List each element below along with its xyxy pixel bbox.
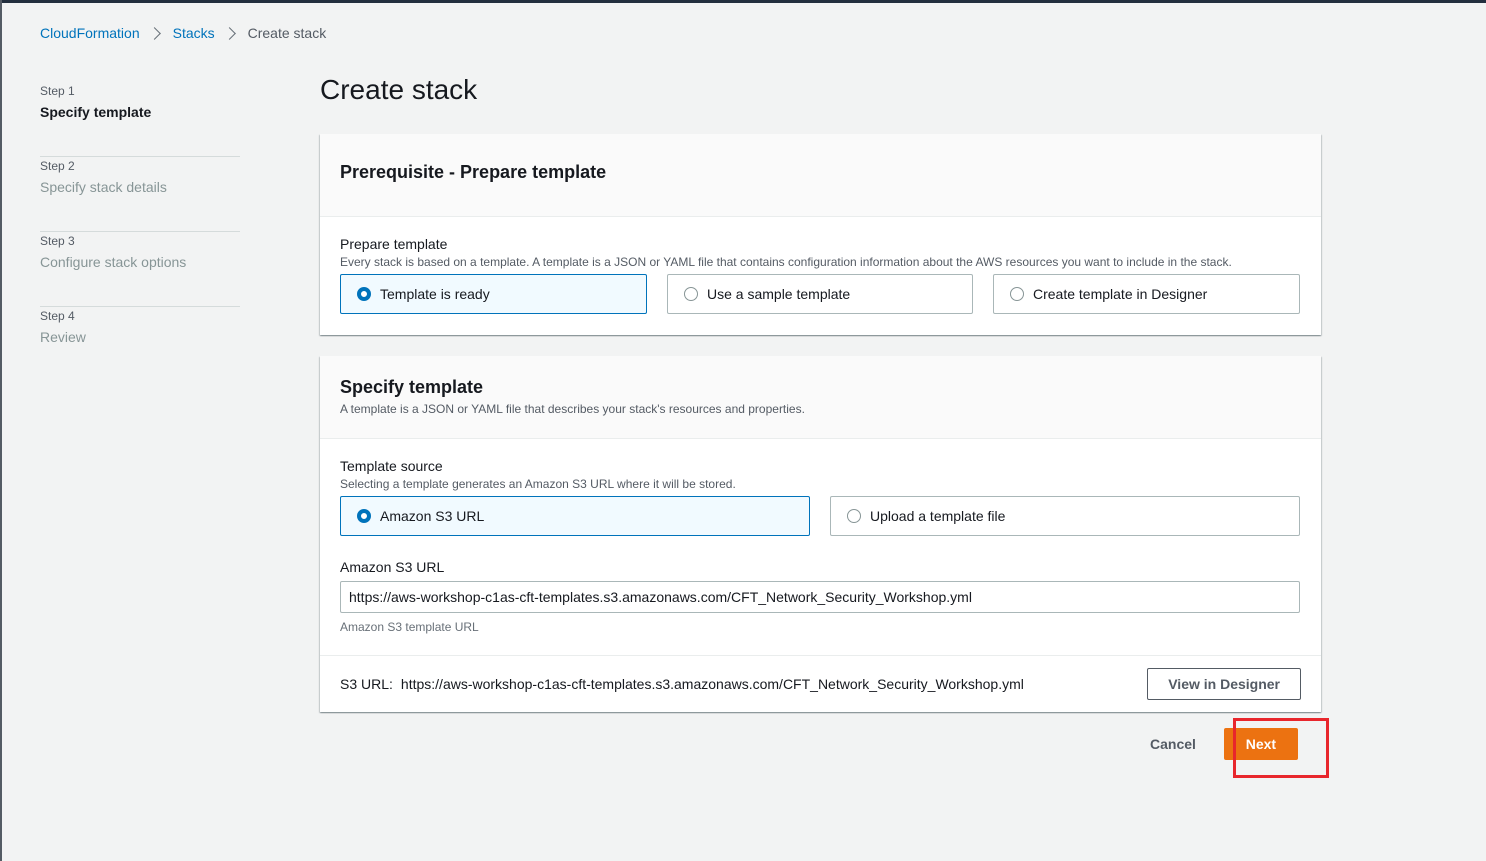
wizard-steps: Step 1 Specify template Step 2 Specify s… (40, 82, 240, 382)
panel-heading: Prerequisite - Prepare template (340, 162, 607, 182)
view-in-designer-button[interactable]: View in Designer (1147, 667, 1301, 700)
wizard-actions: Cancel Next (1150, 728, 1298, 760)
option-label: Upload a template file (870, 508, 1006, 524)
prepare-template-desc: Every stack is based on a template. A te… (340, 255, 1232, 269)
step-number: Step 2 (40, 159, 75, 173)
wizard-step-4: Step 4 Review (40, 307, 240, 382)
option-label: Create template in Designer (1033, 286, 1208, 302)
panel-heading: Specify template (340, 377, 484, 397)
step-title: Review (40, 329, 86, 345)
option-label: Use a sample template (707, 286, 851, 302)
step-number: Step 3 (40, 234, 75, 248)
step-number: Step 4 (40, 309, 75, 323)
chevron-right-icon (222, 26, 236, 40)
cancel-button[interactable]: Cancel (1150, 736, 1196, 752)
specify-template-panel: Specify template A template is a JSON or… (320, 356, 1321, 712)
option-create-in-designer[interactable]: Create template in Designer (993, 274, 1300, 314)
panel-header: Specify template A template is a JSON or… (320, 356, 1321, 439)
s3-url-display-label: S3 URL: (340, 675, 393, 692)
template-source-options: Amazon S3 URL Upload a template file (340, 496, 1301, 536)
s3-url-input[interactable]: https://aws-workshop-c1as-cft-templates.… (340, 581, 1300, 613)
s3-url-label: Amazon S3 URL (340, 559, 445, 575)
panel-body: Prepare template Every stack is based on… (320, 217, 1321, 314)
option-template-ready[interactable]: Template is ready (340, 274, 647, 314)
template-source-desc: Selecting a template generates an Amazon… (340, 477, 736, 491)
s3-url-hint: Amazon S3 template URL (340, 620, 479, 634)
prerequisite-panel: Prerequisite - Prepare template Prepare … (320, 134, 1321, 335)
chevron-right-icon (147, 26, 161, 40)
panel-header: Prerequisite - Prepare template (320, 134, 1321, 217)
s3-url-display-value: https://aws-workshop-c1as-cft-templates.… (400, 675, 1024, 692)
radio-selected-icon (357, 509, 371, 523)
step-title: Specify template (40, 104, 152, 120)
next-button[interactable]: Next (1223, 728, 1298, 760)
wizard-step-1: Step 1 Specify template (40, 82, 240, 157)
panel-desc: A template is a JSON or YAML file that d… (340, 402, 805, 416)
left-border (0, 0, 2, 861)
step-number: Step 1 (40, 84, 75, 98)
prepare-template-options: Template is ready Use a sample template … (340, 274, 1301, 314)
option-amazon-s3-url[interactable]: Amazon S3 URL (340, 496, 810, 536)
option-label: Template is ready (380, 286, 490, 302)
radio-icon (684, 287, 698, 301)
s3-url-summary: S3 URL: https://aws-workshop-c1as-cft-tem… (320, 655, 1321, 711)
breadcrumb-cloudformation[interactable]: CloudFormation (40, 25, 140, 41)
option-label: Amazon S3 URL (380, 508, 485, 524)
top-border (0, 0, 1486, 3)
wizard-step-3: Step 3 Configure stack options (40, 232, 240, 307)
breadcrumb-stacks[interactable]: Stacks (173, 25, 215, 41)
s3-url-display: S3 URL: https://aws-workshop-c1as-cft-tem… (340, 676, 1024, 692)
panel-body: Template source Selecting a template gen… (320, 439, 1321, 655)
radio-selected-icon (357, 287, 371, 301)
breadcrumb: CloudFormation Stacks Create stack (40, 25, 326, 41)
option-upload-template[interactable]: Upload a template file (830, 496, 1300, 536)
step-title: Configure stack options (40, 254, 187, 270)
option-sample-template[interactable]: Use a sample template (667, 274, 973, 314)
page-title: Create stack (320, 74, 478, 105)
radio-icon (1010, 287, 1024, 301)
template-source-label: Template source (340, 458, 443, 474)
breadcrumb-current: Create stack (247, 25, 327, 41)
wizard-step-2: Step 2 Specify stack details (40, 157, 240, 232)
prepare-template-label: Prepare template (340, 236, 448, 252)
radio-icon (847, 509, 861, 523)
step-title: Specify stack details (40, 179, 167, 195)
